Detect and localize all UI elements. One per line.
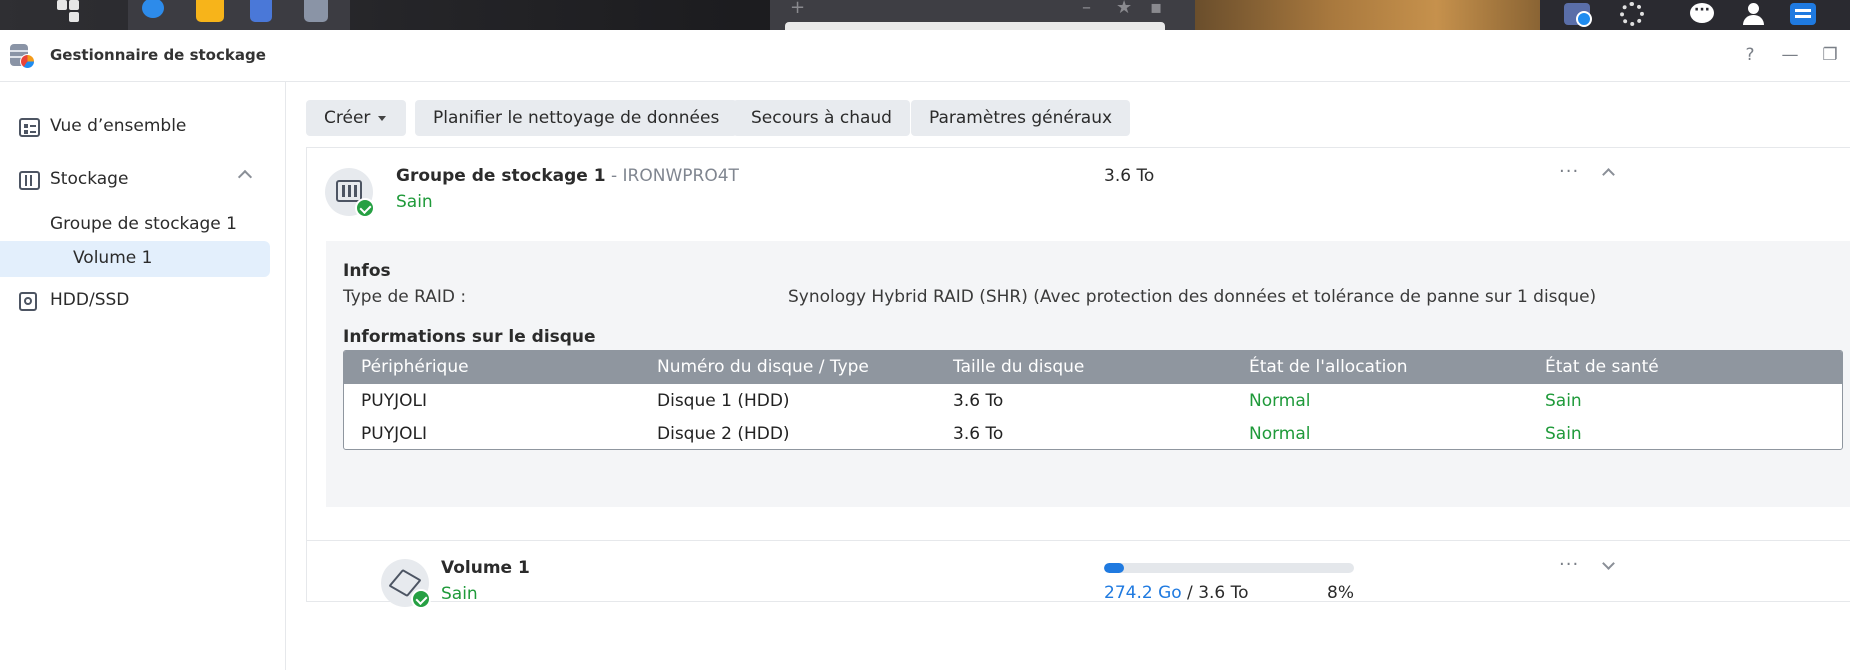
disk-table-header: Périphérique Numéro du disque / Type Tai… bbox=[344, 351, 1842, 384]
loading-spinner-icon bbox=[1620, 2, 1644, 26]
sidebar-item-volume[interactable]: Volume 1 bbox=[73, 248, 152, 268]
pool-size: 3.6 To bbox=[1104, 166, 1155, 186]
disk-size: 3.6 To bbox=[953, 391, 1004, 411]
disk-health: Sain bbox=[1545, 391, 1582, 411]
sidebar-item-hdd-ssd[interactable]: HDD/SSD bbox=[0, 283, 286, 319]
sidebar-item-label: HDD/SSD bbox=[50, 290, 130, 310]
create-button[interactable]: Créer bbox=[306, 100, 406, 136]
taskbar-apps bbox=[128, 0, 350, 30]
background-window: + – ★ ▪ bbox=[770, 0, 1195, 30]
user-icon[interactable] bbox=[1740, 3, 1766, 25]
disk-size: 3.6 To bbox=[953, 424, 1004, 444]
volume-name: Volume 1 bbox=[441, 558, 530, 578]
caret-down-icon bbox=[378, 115, 387, 121]
healthy-check-icon bbox=[355, 198, 375, 218]
raid-type-value: Synology Hybrid RAID (SHR) (Avec protect… bbox=[788, 287, 1597, 307]
desktop-taskbar: + – ★ ▪ bbox=[0, 0, 1850, 30]
window-title: Gestionnaire de stockage bbox=[50, 46, 266, 64]
pool-title: Groupe de stockage 1 - IRONWPRO4T bbox=[396, 166, 739, 186]
column-header-disk-number: Numéro du disque / Type bbox=[657, 357, 869, 377]
overview-icon bbox=[19, 118, 40, 137]
volume-row[interactable]: Volume 1 Sain 274.2 Go / 3.6 To 8% ··· bbox=[307, 540, 1850, 609]
table-row[interactable]: PUYJOLI Disque 2 (HDD) 3.6 To Normal Sai… bbox=[344, 417, 1842, 449]
storage-pool-icon bbox=[325, 168, 375, 218]
volume-usage-percent: 8% bbox=[1327, 583, 1354, 603]
pool-status: Sain bbox=[396, 192, 433, 212]
window-title-bar: Gestionnaire de stockage ? — ❐ bbox=[0, 30, 1850, 82]
volume-usage-fill bbox=[1104, 563, 1124, 573]
collapse-chevron-icon[interactable] bbox=[1602, 168, 1615, 181]
sidebar: Vue d’ensemble Stockage Groupe de stocka… bbox=[0, 82, 286, 670]
widget-icon[interactable] bbox=[1790, 3, 1816, 25]
disk-info-title: Informations sur le disque bbox=[343, 327, 596, 347]
pool-model: IRONWPRO4T bbox=[622, 166, 739, 186]
sidebar-item-label: Vue d’ensemble bbox=[50, 116, 187, 136]
disk-device: PUYJOLI bbox=[361, 424, 427, 444]
volume-total: 3.6 To bbox=[1198, 583, 1249, 603]
minimize-button[interactable]: — bbox=[1778, 43, 1802, 67]
volume-usage-separator: / bbox=[1181, 583, 1199, 603]
hot-spare-button[interactable]: Secours à chaud bbox=[733, 100, 910, 136]
column-header-disk-size: Taille du disque bbox=[953, 357, 1085, 377]
storage-manager-app-icon bbox=[8, 42, 36, 70]
disk-number: Disque 2 (HDD) bbox=[657, 424, 790, 444]
sidebar-item-storage[interactable]: Stockage bbox=[0, 162, 286, 198]
pool-name: Groupe de stockage 1 bbox=[396, 166, 606, 186]
volume-status: Sain bbox=[441, 584, 478, 604]
volume-icon bbox=[381, 559, 431, 609]
raid-type-label: Type de RAID : bbox=[343, 287, 467, 307]
search-app-icon[interactable] bbox=[1564, 3, 1592, 27]
chat-icon[interactable] bbox=[1690, 2, 1714, 23]
background-window-bar bbox=[785, 22, 1165, 30]
minimize-icon: – bbox=[1082, 0, 1091, 18]
hdd-icon bbox=[19, 292, 37, 311]
pool-separator: - bbox=[605, 166, 623, 186]
sidebar-item-label: Stockage bbox=[50, 169, 129, 189]
taskbar-tray bbox=[1540, 0, 1850, 30]
column-header-allocation: État de l'allocation bbox=[1249, 357, 1408, 377]
create-button-label: Créer bbox=[324, 108, 371, 128]
sidebar-item-storage-pool[interactable]: Groupe de stockage 1 bbox=[50, 214, 237, 234]
help-button[interactable]: ? bbox=[1738, 43, 1762, 67]
disk-allocation: Normal bbox=[1249, 391, 1311, 411]
expand-chevron-icon[interactable] bbox=[1602, 557, 1615, 570]
healthy-check-icon bbox=[411, 589, 431, 609]
table-row[interactable]: PUYJOLI Disque 1 (HDD) 3.6 To Normal Sai… bbox=[344, 384, 1842, 418]
general-settings-button[interactable]: Paramètres généraux bbox=[911, 100, 1131, 136]
disk-number: Disque 1 (HDD) bbox=[657, 391, 790, 411]
info-title: Infos bbox=[343, 261, 391, 281]
storage-pool-panel: Groupe de stockage 1 - IRONWPRO4T Sain 3… bbox=[306, 147, 1850, 609]
taskbar-app-icon[interactable] bbox=[304, 0, 328, 22]
pool-more-button[interactable]: ··· bbox=[1559, 161, 1579, 182]
wallpaper bbox=[1195, 0, 1540, 30]
restore-icon: ▪ bbox=[1150, 0, 1163, 18]
column-header-device: Périphérique bbox=[361, 357, 469, 377]
disk-device: PUYJOLI bbox=[361, 391, 427, 411]
disk-table: Périphérique Numéro du disque / Type Tai… bbox=[343, 350, 1843, 450]
schedule-scrubbing-button[interactable]: Planifier le nettoyage de données bbox=[415, 100, 738, 136]
chevron-up-icon[interactable] bbox=[237, 169, 253, 185]
disk-allocation: Normal bbox=[1249, 424, 1311, 444]
column-header-health: État de santé bbox=[1545, 357, 1659, 377]
plus-icon: + bbox=[790, 0, 806, 18]
disk-health: Sain bbox=[1545, 424, 1582, 444]
volume-usage-text: 274.2 Go / 3.6 To bbox=[1104, 583, 1249, 603]
restore-button[interactable]: ❐ bbox=[1818, 43, 1842, 67]
volume-more-button[interactable]: ··· bbox=[1559, 554, 1579, 575]
sidebar-item-overview[interactable]: Vue d’ensemble bbox=[0, 109, 286, 145]
volume-used: 274.2 Go bbox=[1104, 583, 1182, 603]
taskbar-app-icon[interactable] bbox=[196, 0, 224, 22]
main-content: Créer Planifier le nettoyage de données … bbox=[287, 82, 1850, 670]
main-menu-icon[interactable] bbox=[55, 0, 83, 30]
volume-usage-bar bbox=[1104, 563, 1354, 573]
pool-info-section: Infos Type de RAID : Synology Hybrid RAI… bbox=[326, 241, 1850, 507]
taskbar-app-icon[interactable] bbox=[142, 0, 164, 18]
taskbar-app-icon[interactable] bbox=[250, 0, 272, 22]
storage-icon bbox=[19, 171, 40, 190]
pin-icon: ★ bbox=[1116, 0, 1133, 18]
